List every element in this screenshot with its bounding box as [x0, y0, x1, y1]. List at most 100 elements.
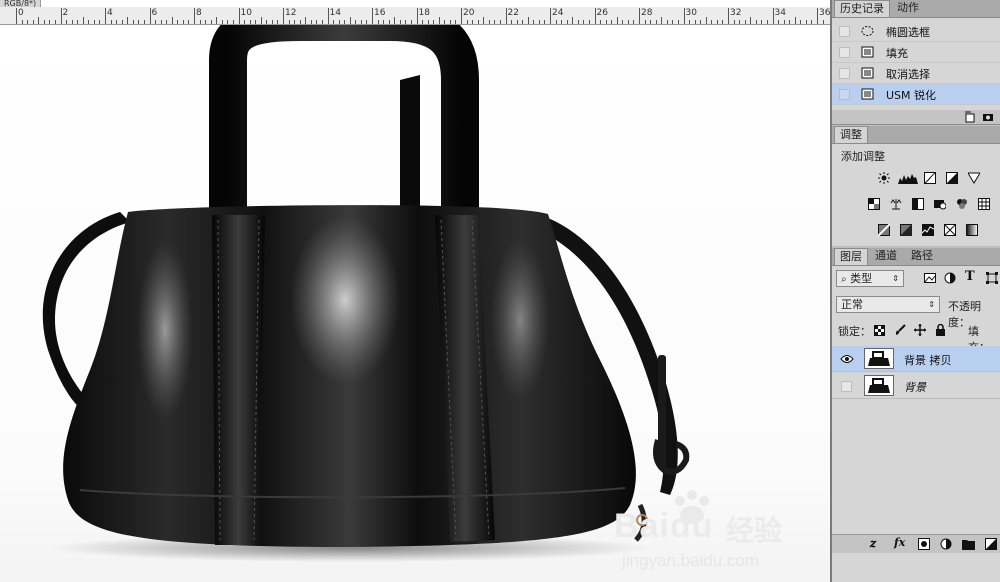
- ruler-minor-tick: [177, 20, 179, 24]
- camera-snapshot-icon[interactable]: [982, 111, 994, 123]
- history-item-usm-sharpen[interactable]: USM 锐化: [832, 84, 1000, 105]
- layer-row-background[interactable]: 背景: [832, 373, 1000, 399]
- history-item-fill[interactable]: 填充: [832, 42, 1000, 63]
- lock-transparent-icon[interactable]: [874, 325, 885, 336]
- history-item-deselect[interactable]: 取消选择: [832, 63, 1000, 84]
- brightness-icon[interactable]: [878, 172, 890, 184]
- ruler-minor-tick: [744, 20, 746, 24]
- ruler-minor-tick: [405, 20, 407, 24]
- document-tab[interactable]: RGB/8*): [0, 0, 42, 8]
- tab-layers[interactable]: 图层: [834, 248, 868, 265]
- ruler-minor-tick: [789, 20, 791, 24]
- lock-position-icon[interactable]: [914, 324, 926, 336]
- tab-paths[interactable]: 路径: [906, 248, 938, 265]
- selective-color-icon[interactable]: [944, 224, 956, 236]
- adjustments-tabbar: 调整: [832, 126, 1000, 144]
- layers-footer: fx: [832, 534, 1000, 553]
- new-layer-icon[interactable]: [985, 538, 997, 550]
- history-item-label: 椭圆选框: [886, 26, 930, 39]
- new-adjustment-layer-icon[interactable]: [940, 538, 952, 550]
- adjustment-layer-filter-icon[interactable]: [944, 272, 956, 284]
- ruler-minor-tick: [466, 20, 468, 24]
- layer-thumbnail: [864, 348, 894, 369]
- curves-icon[interactable]: [924, 172, 936, 184]
- shape-layer-filter-icon[interactable]: [986, 272, 998, 284]
- watermark-url: jingyan.baidu.com: [622, 551, 760, 570]
- history-checkbox[interactable]: [839, 68, 850, 79]
- levels-icon[interactable]: [898, 172, 918, 184]
- history-item-ellipse-marquee[interactable]: 椭圆选框: [832, 21, 1000, 42]
- tab-channels[interactable]: 通道: [870, 248, 902, 265]
- ruler-minor-tick: [88, 20, 90, 24]
- ruler-minor-tick: [722, 20, 724, 24]
- ruler-minor-tick: [205, 20, 207, 24]
- channel-mixer-icon[interactable]: [956, 198, 968, 210]
- layer-name[interactable]: 背景: [904, 379, 926, 395]
- ruler-label: 36: [819, 8, 830, 18]
- color-lookup-icon[interactable]: [978, 198, 990, 210]
- blend-mode-dropdown[interactable]: 正常 ⇕: [836, 296, 940, 313]
- ruler-minor-tick: [71, 20, 73, 24]
- ruler-minor-tick: [427, 20, 429, 24]
- ruler-minor-tick: [54, 20, 56, 24]
- ruler-minor-tick: [650, 20, 652, 24]
- new-group-folder-icon[interactable]: [962, 538, 975, 550]
- ruler-major-tick: [594, 8, 596, 24]
- tab-adjustments[interactable]: 调整: [834, 126, 868, 143]
- visibility-toggle[interactable]: [841, 381, 852, 392]
- color-balance-icon[interactable]: [890, 198, 902, 210]
- ruler-minor-tick: [583, 20, 585, 24]
- ellipse-marquee-icon: [861, 26, 874, 36]
- link-layers-icon[interactable]: [867, 538, 879, 550]
- ruler-minor-tick: [388, 20, 390, 24]
- watermark-brand-cn: 经验: [726, 514, 783, 547]
- photo-filter-icon[interactable]: [934, 198, 946, 210]
- ruler-minor-tick: [271, 20, 273, 24]
- ruler-label: 0: [18, 8, 24, 18]
- ruler-minor-tick: [511, 20, 513, 24]
- tab-history[interactable]: 历史记录: [834, 0, 890, 17]
- lock-brush-icon[interactable]: [894, 324, 906, 336]
- history-item-label: 取消选择: [886, 68, 930, 81]
- ruler-minor-tick: [93, 20, 95, 24]
- lock-label: 锁定：: [838, 325, 871, 338]
- fx-icon[interactable]: fx: [894, 536, 905, 549]
- ruler-label: 30: [685, 8, 697, 18]
- ruler-label: 34: [774, 8, 786, 18]
- ruler-major-tick: [416, 8, 418, 24]
- chevron-updown-icon: ⇕: [892, 274, 899, 283]
- type-layer-filter-icon[interactable]: T: [965, 269, 975, 284]
- exposure-icon[interactable]: [946, 172, 958, 184]
- ruler-label: 28: [641, 8, 653, 18]
- tab-actions[interactable]: 动作: [892, 0, 924, 17]
- layer-row-background-copy[interactable]: 背景 拷贝: [832, 346, 1000, 372]
- add-mask-icon[interactable]: [918, 538, 930, 550]
- ruler-minor-tick: [588, 20, 590, 24]
- ruler-minor-tick: [349, 17, 351, 24]
- ruler-minor-tick: [255, 20, 257, 24]
- layer-filter-dropdown[interactable]: ⌕ 类型 ⇕: [836, 270, 904, 287]
- invert-icon[interactable]: [878, 224, 890, 236]
- ruler-minor-tick: [227, 20, 229, 24]
- history-checkbox[interactable]: [839, 89, 850, 100]
- lock-all-icon[interactable]: [935, 324, 946, 336]
- layer-name[interactable]: 背景 拷贝: [904, 352, 952, 368]
- ruler-minor-tick: [694, 20, 696, 24]
- threshold-icon[interactable]: [922, 224, 934, 236]
- black-white-icon[interactable]: [912, 198, 924, 210]
- ruler-minor-tick: [366, 20, 368, 24]
- hue-saturation-icon[interactable]: [868, 198, 880, 210]
- posterize-icon[interactable]: [900, 224, 912, 236]
- canvas-area[interactable]: RGB/8*) 0 2 4 6 8 10 12 14 16 18 20 22 24 26 28 30 32 34 3…: [0, 0, 830, 582]
- ruler-minor-tick: [199, 20, 201, 24]
- eye-visibility-icon[interactable]: [840, 354, 854, 364]
- vibrance-icon[interactable]: [968, 172, 980, 184]
- pixel-layer-filter-icon[interactable]: [924, 272, 936, 284]
- history-checkbox[interactable]: [839, 26, 850, 37]
- ruler-minor-tick: [155, 20, 157, 24]
- gradient-map-icon[interactable]: [966, 224, 978, 236]
- handbag-photo[interactable]: Baidu 经验 jingyan.baidu.com: [0, 3, 830, 582]
- history-checkbox[interactable]: [839, 47, 850, 58]
- new-document-from-state-icon[interactable]: [964, 111, 976, 123]
- ruler-minor-tick: [21, 20, 23, 24]
